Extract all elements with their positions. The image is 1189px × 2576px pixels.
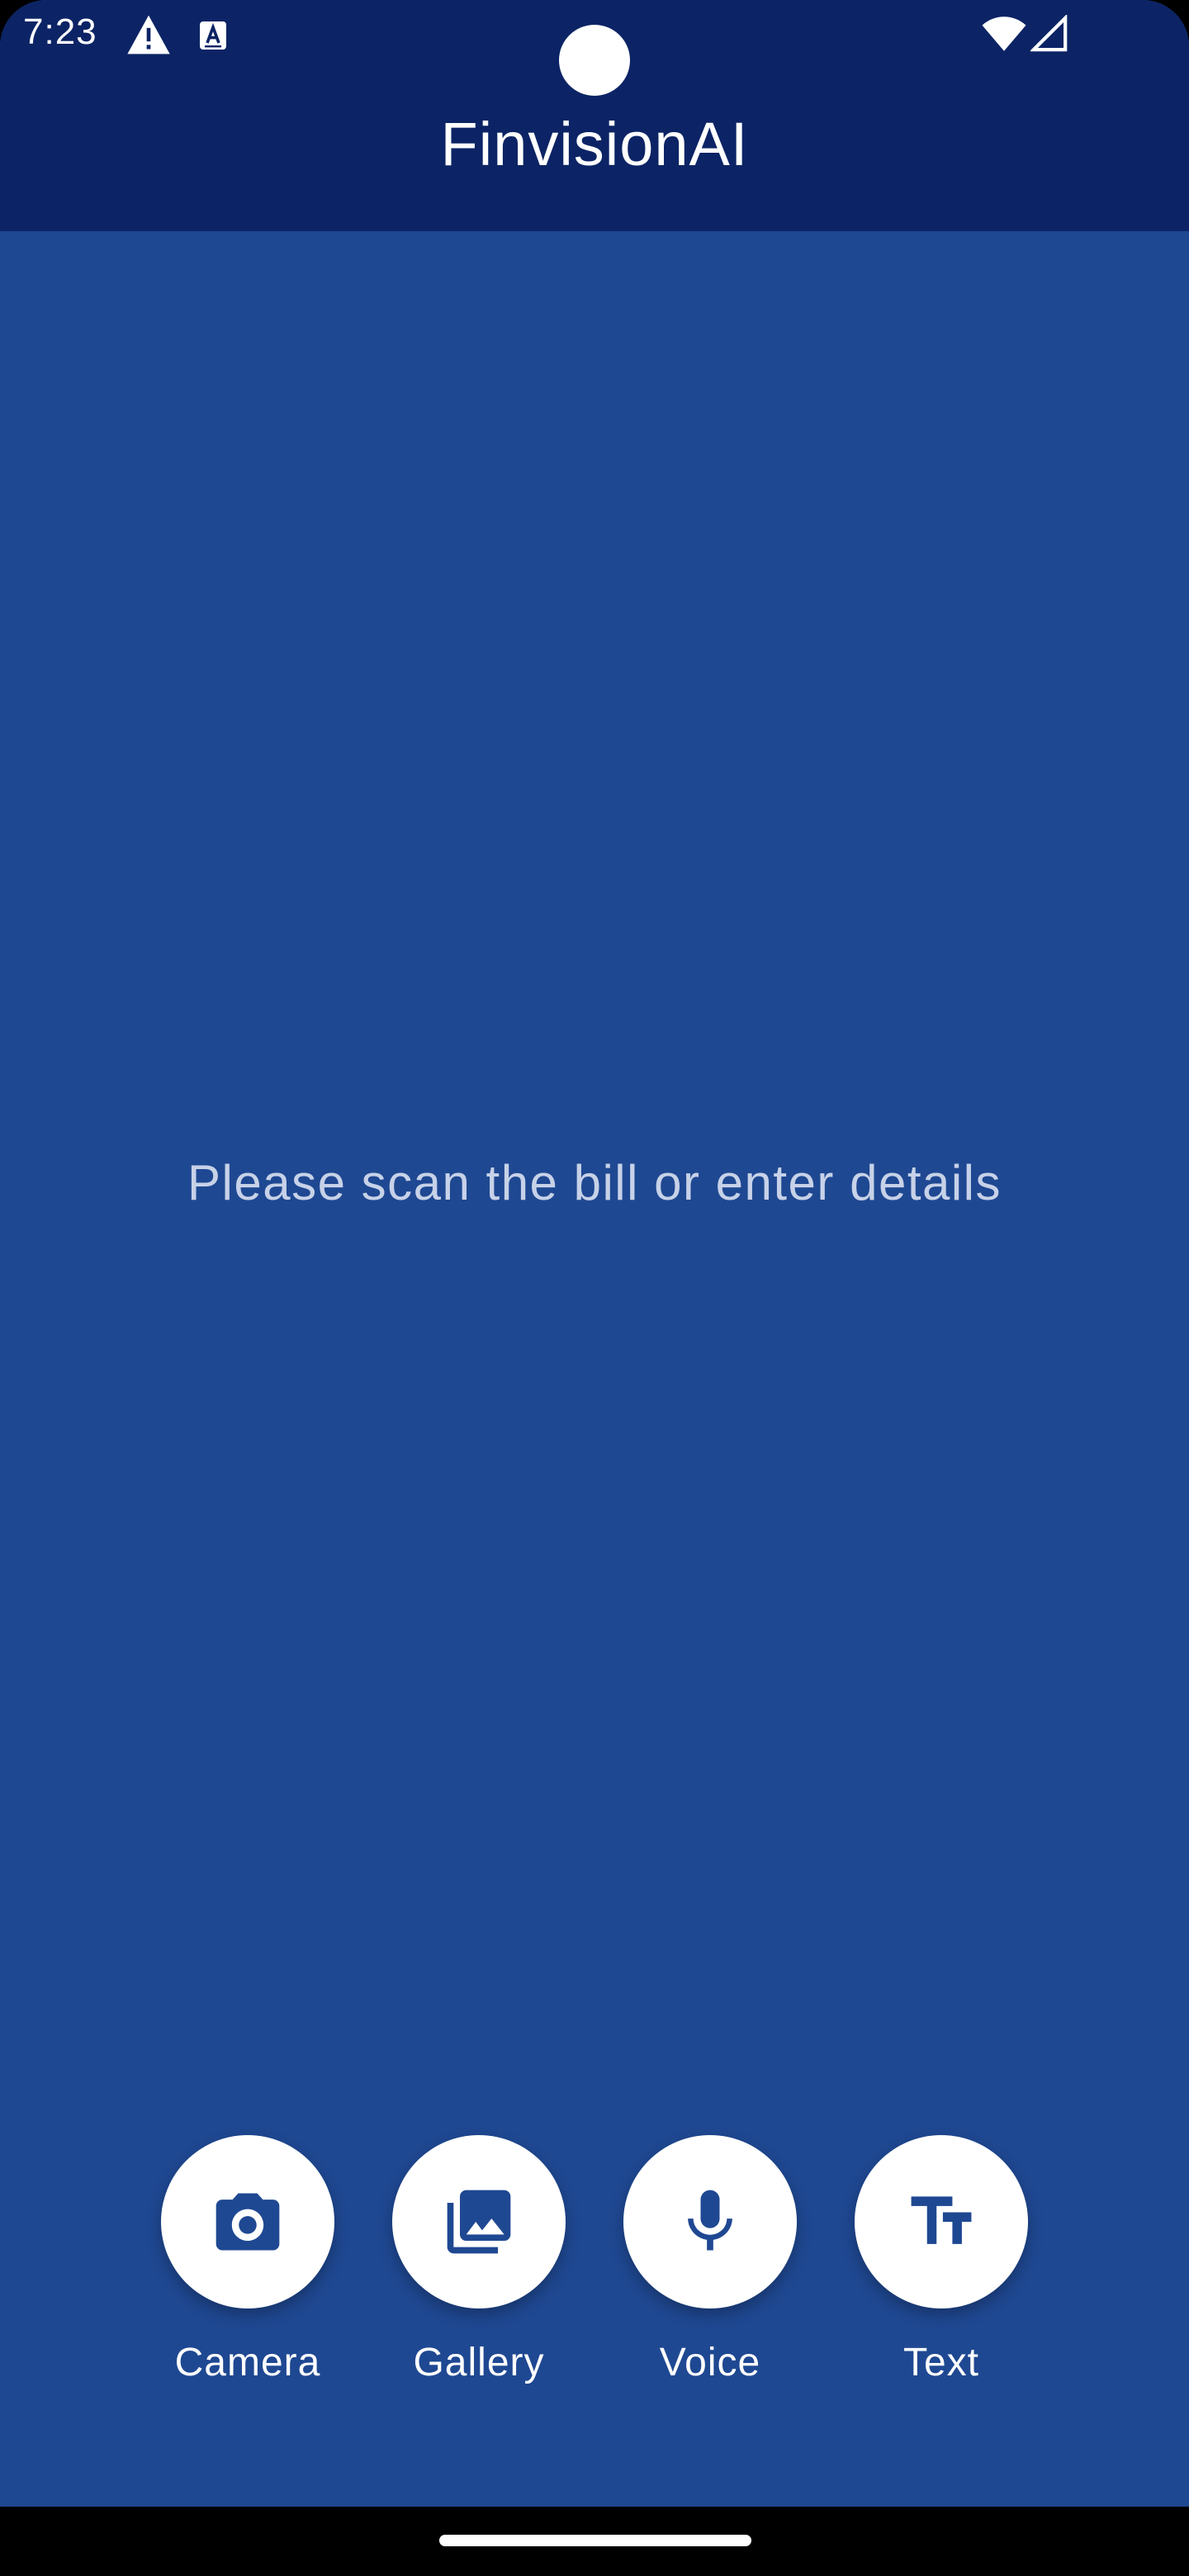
- empty-state-message: Please scan the bill or enter details: [187, 1155, 1002, 1210]
- text-button[interactable]: [855, 2135, 1028, 2308]
- front-camera-cutout: [559, 25, 630, 96]
- camera-icon: [216, 2193, 280, 2251]
- cell-signal-icon: [1030, 15, 1068, 52]
- voice-label: Voice: [659, 2341, 761, 2384]
- wifi-icon: [982, 17, 1026, 51]
- camera-action[interactable]: Camera: [132, 2135, 363, 2399]
- gallery-label: Gallery: [413, 2341, 545, 2384]
- app-header: 7:23 FinvisionAI: [0, 0, 1189, 231]
- text-input-a-icon: [200, 21, 226, 50]
- gallery-button[interactable]: [392, 2135, 566, 2308]
- text-label: Text: [902, 2341, 980, 2384]
- input-actions-row: Camera Gallery Voice Text: [0, 2135, 1189, 2399]
- app-title: FinvisionAI: [440, 110, 749, 178]
- text-fields-icon: [911, 2196, 972, 2244]
- home-indicator[interactable]: [439, 2535, 751, 2546]
- status-time: 7:23: [23, 12, 97, 52]
- microphone-icon: [688, 2190, 732, 2251]
- camera-label: Camera: [174, 2341, 321, 2384]
- voice-action[interactable]: Voice: [594, 2135, 826, 2399]
- status-bar: 7:23: [0, 0, 1189, 96]
- text-action[interactable]: Text: [826, 2135, 1057, 2399]
- camera-button[interactable]: [161, 2135, 334, 2308]
- gallery-icon: [447, 2190, 511, 2254]
- app-screen: 7:23 FinvisionAI Please scan the bill or…: [0, 0, 1189, 2576]
- voice-button[interactable]: [623, 2135, 797, 2308]
- warning-icon: [127, 15, 170, 54]
- gallery-action[interactable]: Gallery: [363, 2135, 594, 2399]
